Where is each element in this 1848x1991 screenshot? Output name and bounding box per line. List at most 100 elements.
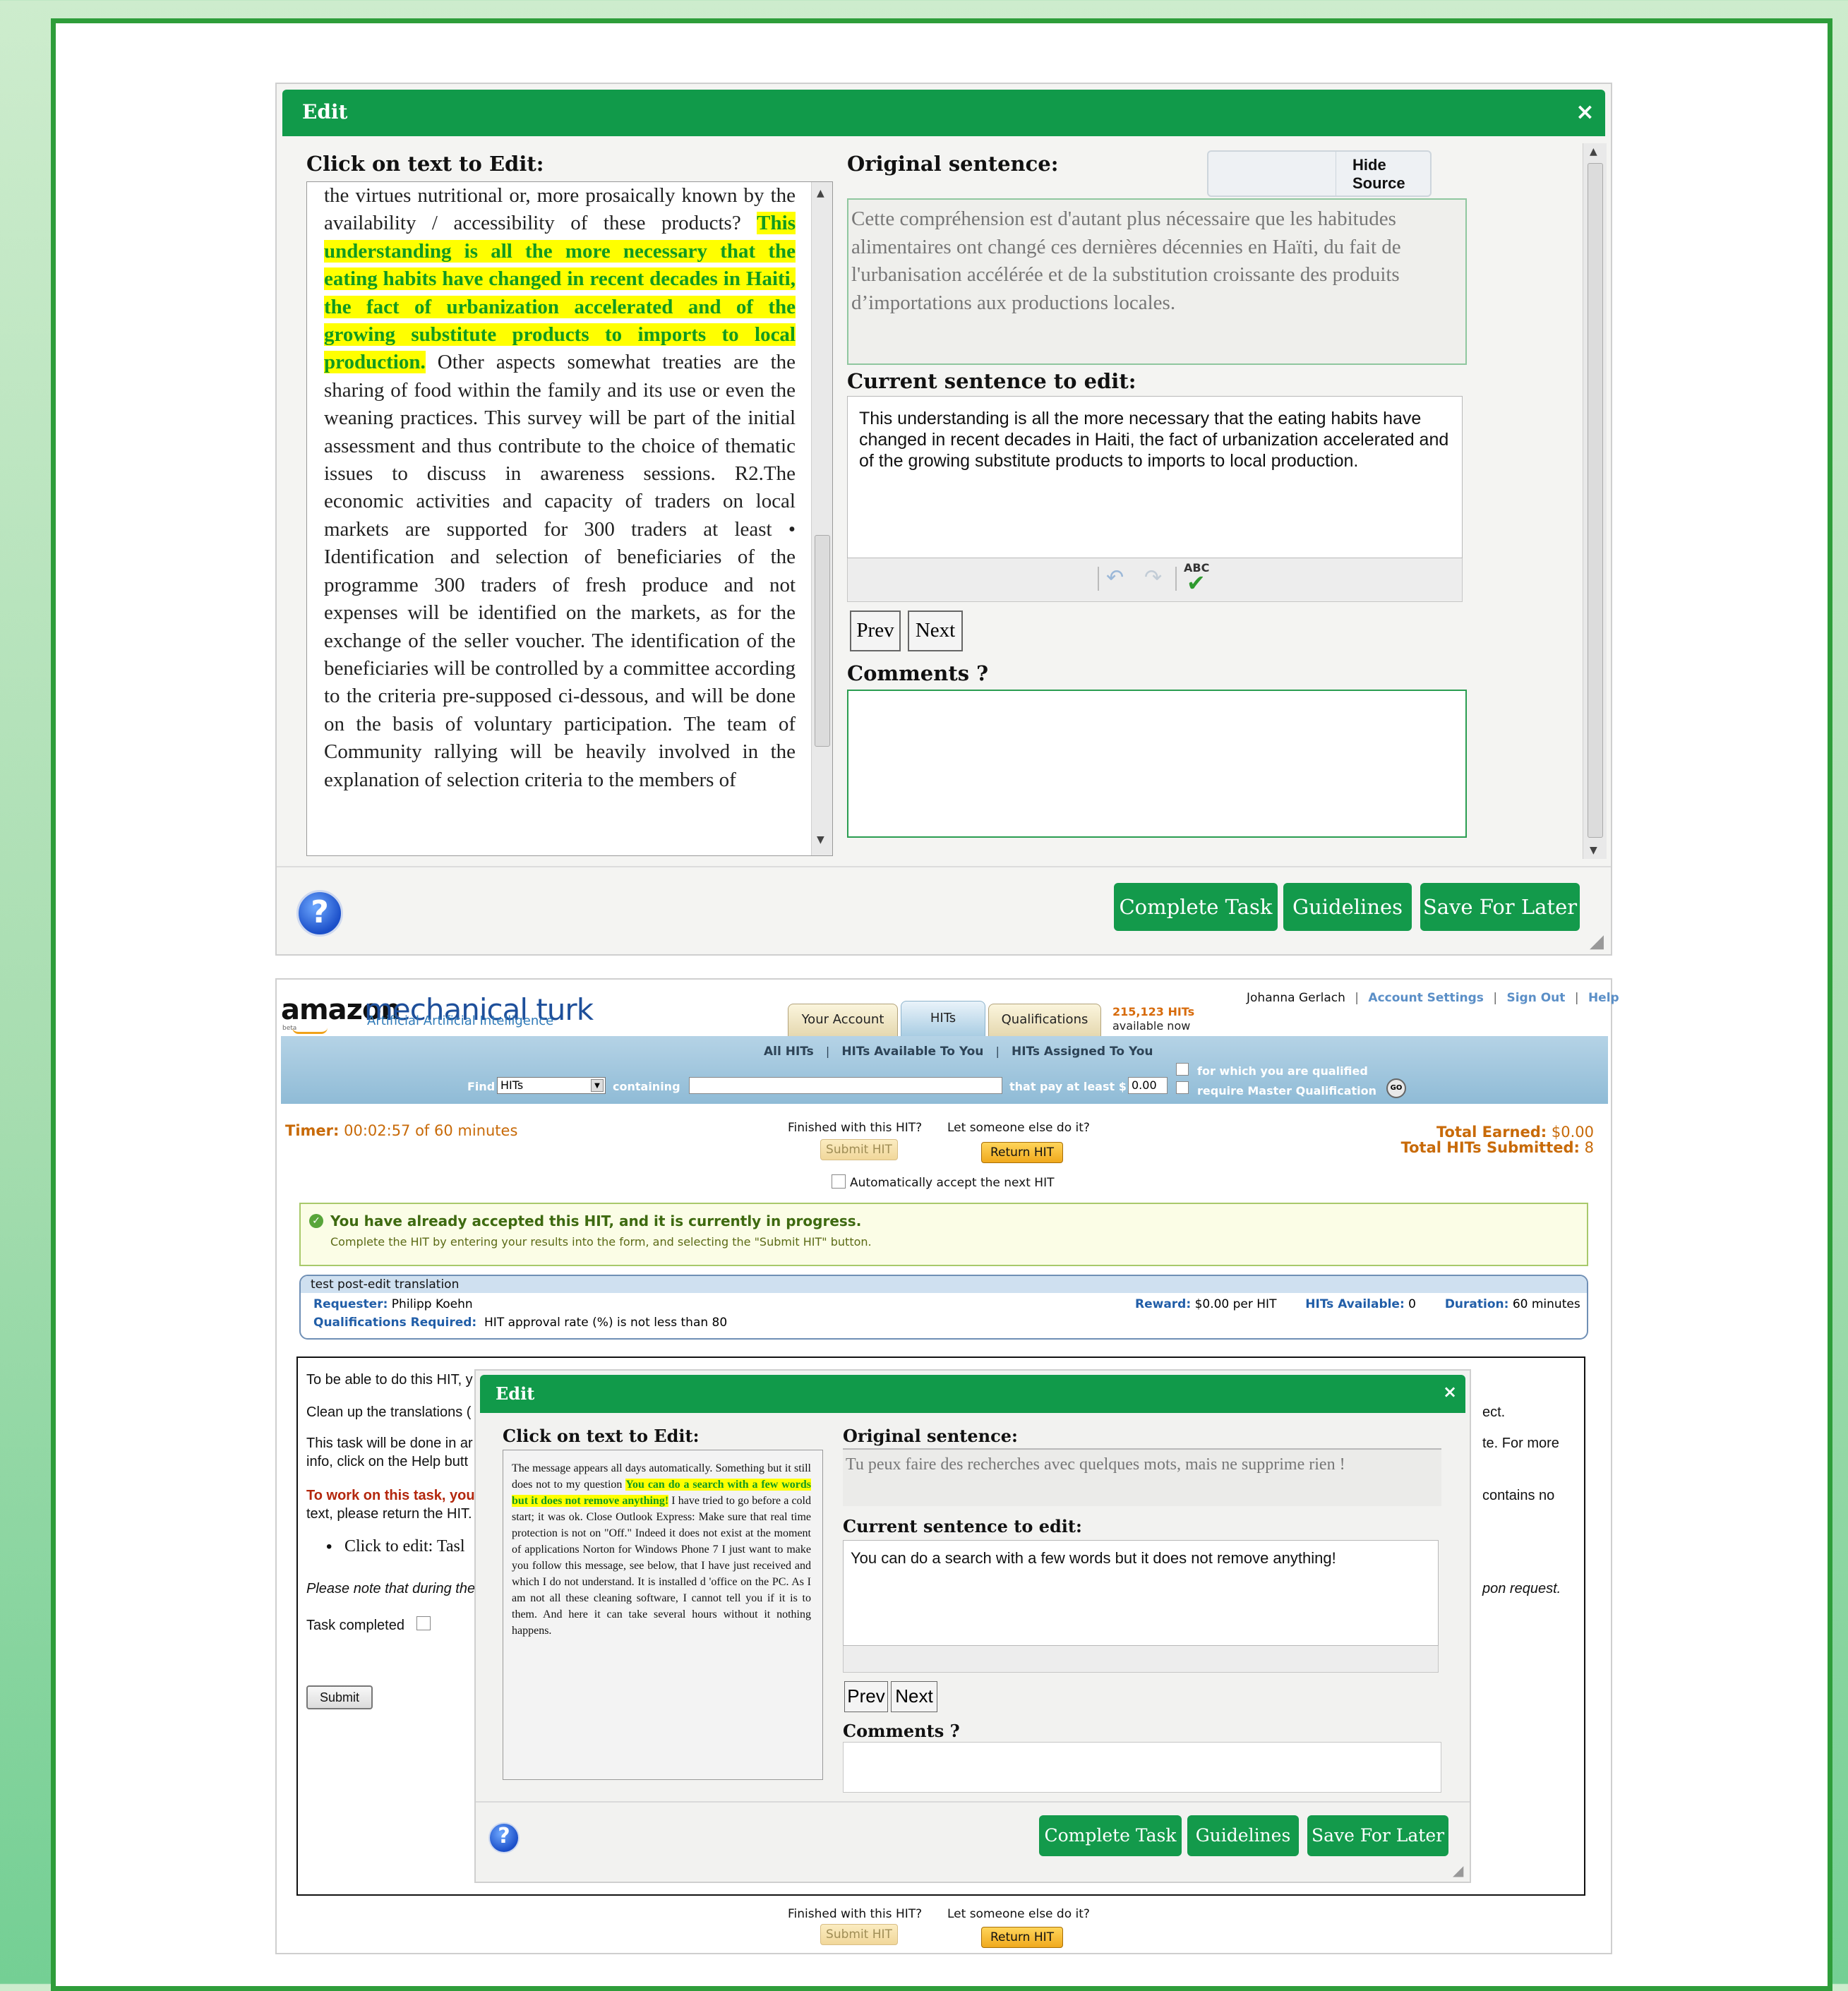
requester-name[interactable]: Philipp Koehn [392,1297,473,1311]
scroll-thumb[interactable] [1588,163,1603,838]
hide-source-toggle[interactable]: Hide Source [1207,150,1432,197]
source-text[interactable]: The message appears all days automatical… [512,1460,811,1639]
undo-icon[interactable]: ↶ [1106,565,1124,590]
task-line-2-end: ect. [1482,1404,1506,1420]
task-completed-checkbox[interactable] [416,1616,431,1630]
highlighted-sentence[interactable]: This understanding is all the more neces… [324,212,796,374]
scroll-down-icon[interactable]: ▼ [817,834,824,846]
mturk-screenshot: amazon mechanical turk Artificial Artifi… [275,978,1619,1954]
task-line-3b: info, click on the Help butt [306,1454,469,1469]
help-icon[interactable]: ? [296,890,343,937]
timer: Timer: 00:02:57 of 60 minutes [285,1122,517,1139]
auto-accept-checkbox[interactable] [832,1174,846,1189]
task-line-2: Clean up the translations ( [306,1404,472,1420]
guidelines-button[interactable]: Guidelines [1187,1815,1299,1856]
scroll-up-icon[interactable]: ▲ [817,188,824,199]
complete-task-button[interactable]: Complete Task [1039,1815,1182,1856]
account-settings-link[interactable]: Account Settings [1368,991,1483,1005]
save-for-later-button[interactable]: Save For Later [1420,883,1580,931]
resize-grip-icon[interactable]: ◢ [1453,1862,1463,1879]
tab-hits[interactable]: HITs [901,1001,985,1036]
task-line-4b: text, please return the HIT. [306,1506,472,1522]
complete-task-button[interactable]: Complete Task [1114,883,1278,931]
source-scrollbar[interactable]: ▲ ▼ [811,182,832,855]
check-circle-icon: ✓ [309,1214,323,1228]
dialog-titlebar: Edit × [282,90,1605,136]
prev-button[interactable]: Prev [844,1681,888,1712]
comments-textarea[interactable] [843,1742,1441,1793]
redo-icon[interactable]: ↷ [1144,565,1162,590]
current-sentence-editor[interactable]: This understanding is all the more neces… [847,396,1463,558]
text-after: Other aspects somewhat treaties are the … [324,351,796,791]
find-select[interactable]: HITs ▼ [497,1077,606,1094]
tab-qualifications[interactable]: Qualifications [988,1004,1101,1036]
original-sentence-box: Tu peux faire des recherches avec quelqu… [843,1448,1441,1506]
hits-available-link[interactable]: HITs Available To You [841,1045,983,1059]
qualifications-label: Qualifications Required: [313,1316,477,1330]
total-earned-value: $0.00 [1551,1124,1594,1141]
reward-label: Reward: [1135,1297,1192,1311]
dialog-scrollbar[interactable]: ▲ ▼ [1583,143,1607,859]
submit-hit-button-bottom[interactable]: Submit HIT [820,1924,898,1945]
save-for-later-button[interactable]: Save For Later [1307,1815,1448,1856]
source-text-panel[interactable]: the virtues nutritional or, more prosaic… [306,181,833,856]
duration-value: 60 minutes [1512,1297,1580,1311]
timer-label: Timer: [285,1122,340,1139]
scroll-down-icon[interactable]: ▼ [1590,845,1597,856]
timer-value: 00:02:57 of 60 minutes [344,1122,518,1139]
task-note: Please note that during the [306,1581,476,1596]
click-to-edit-label: Click on text to Edit: [503,1426,700,1446]
scroll-up-icon[interactable]: ▲ [1590,146,1597,157]
in-progress-notice: ✓ You have already accepted this HIT, an… [299,1203,1588,1266]
total-earned-label: Total Earned: [1436,1124,1547,1141]
comments-textarea[interactable] [847,690,1467,838]
auto-accept-label: Automatically accept the next HIT [850,1176,1055,1190]
master-label: require Master Qualification [1197,1084,1376,1097]
current-sentence-editor[interactable]: You can do a search with a few words but… [843,1540,1439,1646]
help-icon[interactable]: ? [488,1822,520,1853]
task-line-3: This task will be done in ar [306,1436,473,1451]
hits-assigned-link[interactable]: HITs Assigned To You [1012,1045,1153,1059]
original-sentence-box: Cette compréhension est d'autant plus né… [847,198,1467,365]
pay-input[interactable]: 0.00 [1128,1077,1168,1094]
go-button[interactable]: GO [1386,1078,1406,1098]
original-sentence-label: Original sentence: [847,152,1059,176]
scroll-thumb[interactable] [815,535,830,747]
total-submitted-value: 8 [1584,1139,1594,1156]
pay-label: that pay at least $ [1009,1080,1127,1093]
guidelines-button[interactable]: Guidelines [1283,883,1412,931]
source-text-panel[interactable]: The message appears all days automatical… [503,1450,823,1780]
submit-button[interactable]: Submit [306,1685,373,1709]
text-before: the virtues nutritional or, more prosaic… [324,184,796,235]
resize-grip-icon[interactable]: ◢ [1590,931,1604,952]
return-hit-button[interactable]: Return HIT [981,1142,1063,1163]
task-note-end: pon request. [1482,1581,1561,1596]
chevron-down-icon[interactable]: ▼ [591,1079,604,1092]
logo-beta: beta [282,1025,297,1032]
hit-title: test post-edit translation [311,1277,460,1292]
help-link[interactable]: Help [1588,991,1619,1005]
task-line-4-end: contains no [1482,1488,1555,1503]
current-sentence-label: Current sentence to edit: [847,369,1136,393]
next-button[interactable]: Next [891,1681,937,1712]
master-checkbox[interactable] [1176,1081,1189,1094]
editor-dialog-small: Edit × Click on text to Edit: The messag… [474,1369,1471,1883]
sign-out-link[interactable]: Sign Out [1506,991,1565,1005]
editor-toolbar [843,1646,1439,1673]
source-text[interactable]: the virtues nutritional or, more prosaic… [324,182,796,794]
spellcheck-check-icon[interactable]: ✔ [1187,570,1206,596]
close-icon[interactable]: × [1576,98,1595,125]
next-button[interactable]: Next [908,610,963,651]
find-select-value: HITs [500,1078,524,1092]
return-hit-button-bottom[interactable]: Return HIT [981,1927,1063,1948]
prev-button[interactable]: Prev [850,610,901,651]
hits-available-now: available now [1112,1019,1191,1033]
submit-hit-button[interactable]: Submit HIT [820,1139,898,1160]
all-hits-link[interactable]: All HITs [764,1045,814,1059]
close-icon[interactable]: × [1443,1382,1457,1402]
hide-source-button[interactable]: Hide Source [1352,156,1430,193]
search-input[interactable] [689,1077,1002,1094]
qualified-checkbox[interactable] [1176,1063,1189,1076]
tab-your-account[interactable]: Your Account [788,1004,898,1036]
dialog-titlebar: Edit × [480,1375,1465,1413]
